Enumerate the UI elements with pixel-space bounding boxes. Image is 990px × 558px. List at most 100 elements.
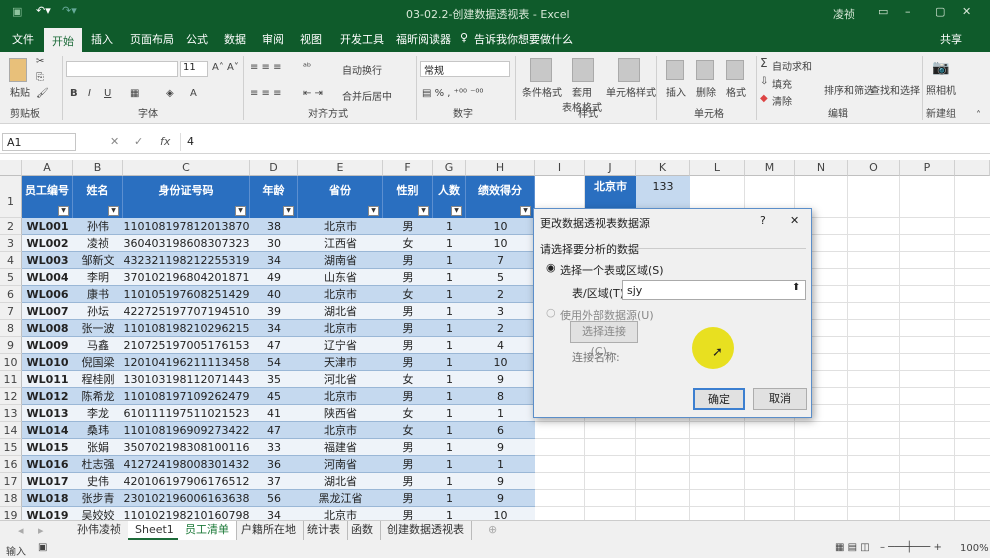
table-cell[interactable]: 1 [433,337,466,354]
table-cell[interactable]: 10 [466,507,535,520]
table-cell[interactable]: 孙伟 [73,218,123,235]
table-cell[interactable]: 5 [466,269,535,286]
filter-dropdown-icon[interactable]: ▼ [108,206,119,216]
table-cell[interactable]: 1 [433,439,466,456]
border-icon[interactable]: ▦ [130,88,139,99]
table-cell[interactable]: 7 [466,252,535,269]
table-cell[interactable]: 610111197511021523 [123,405,250,422]
row-header-7[interactable]: 7 [0,303,22,320]
table-cell[interactable]: 33 [250,439,298,456]
filter-dropdown-icon[interactable]: ▼ [58,206,69,216]
table-cell[interactable]: 女 [383,422,433,439]
table-cell[interactable]: 孙坛 [73,303,123,320]
row-header-13[interactable]: 13 [0,405,22,422]
conditional-format-button[interactable]: 条件格式 [522,84,562,99]
table-cell[interactable]: 女 [383,286,433,303]
tab-view[interactable]: 视图 [300,31,322,47]
table-cell[interactable]: WL014 [22,422,73,439]
table-cell[interactable]: 1 [433,422,466,439]
tab-data[interactable]: 数据 [224,31,246,47]
sheet-tab[interactable]: 创建数据透视表 [380,521,472,540]
row-header-4[interactable]: 4 [0,252,22,269]
radio-external-source[interactable]: ○ [546,306,556,319]
column-header-F[interactable]: F [383,160,433,176]
table-cell[interactable]: 江西省 [298,235,383,252]
font-color-icon[interactable]: A [190,88,197,99]
table-cell[interactable]: 34 [250,320,298,337]
insert-cells-icon[interactable] [666,60,684,80]
table-format-icon[interactable] [572,58,594,82]
paste-button[interactable]: 粘贴 [10,84,30,99]
table-cell[interactable]: 412724198008301432 [123,456,250,473]
table-cell[interactable]: 30 [250,235,298,252]
sheet-tab[interactable]: 户籍所在地 [234,521,304,540]
minimize-icon[interactable]: – [905,5,911,18]
table-cell[interactable]: 34 [250,507,298,520]
table-cell[interactable]: 10 [466,235,535,252]
table-cell[interactable]: 56 [250,490,298,507]
table-cell[interactable]: 45 [250,388,298,405]
filter-dropdown-icon[interactable]: ▼ [235,206,246,216]
choose-connection-button[interactable]: 选择连接(C)... [570,321,638,358]
fill-color-icon[interactable]: ◈ [166,88,174,99]
redo-icon[interactable]: ↷▾ [62,4,77,17]
table-cell[interactable]: 1 [433,235,466,252]
italic-icon[interactable]: I [88,88,91,99]
table-cell[interactable]: 杜志强 [73,456,123,473]
insert-function-button[interactable]: fx [160,135,170,148]
table-cell[interactable]: 河北省 [298,371,383,388]
table-cell[interactable]: WL006 [22,286,73,303]
table-cell[interactable]: WL008 [22,320,73,337]
table-cell[interactable]: 110105197608251429 [123,286,250,303]
tab-home[interactable]: 开始 [44,28,82,52]
table-cell[interactable]: WL013 [22,405,73,422]
table-cell[interactable]: 4 [466,337,535,354]
maximize-icon[interactable]: ▢ [935,5,945,18]
format-cells-icon[interactable] [726,60,744,80]
table-cell[interactable]: 福建省 [298,439,383,456]
wrap-text-button[interactable]: 自动换行 [342,62,382,77]
delete-cells-button[interactable]: 删除 [696,84,716,99]
table-cell[interactable]: 湖北省 [298,303,383,320]
table-cell[interactable]: 桑玮 [73,422,123,439]
percent-icon[interactable]: ▤ % , ⁺⁰⁰ ⁻⁰⁰ [422,88,483,99]
cell-style-icon[interactable] [618,58,640,82]
sort-filter-button[interactable]: 排序和筛选 [824,82,874,97]
table-cell[interactable]: 男 [383,354,433,371]
table-cell[interactable]: 422725197707194510 [123,303,250,320]
table-cell[interactable]: 康书 [73,286,123,303]
prev-sheet-icon[interactable]: ◂ [18,524,24,537]
macro-record-icon[interactable]: ▣ [38,542,47,553]
conditional-format-icon[interactable] [530,58,552,82]
table-cell[interactable]: 9 [466,490,535,507]
grow-font-icon[interactable]: A˄ A˅ [212,62,239,73]
table-cell[interactable]: 110108197812013870 [123,218,250,235]
row-header-15[interactable]: 15 [0,439,22,456]
autosum-button[interactable]: 自动求和 [772,58,812,73]
table-cell[interactable]: WL019 [22,507,73,520]
tab-review[interactable]: 审阅 [262,31,284,47]
column-header-K[interactable]: K [636,160,690,176]
align-left-icon[interactable]: ≡ ≡ ≡ [250,88,282,99]
table-cell[interactable]: WL010 [22,354,73,371]
undo-icon[interactable]: ↶▾ [36,4,51,17]
row-header-14[interactable]: 14 [0,422,22,439]
table-cell[interactable]: 张步青 [73,490,123,507]
format-painter-icon[interactable]: 🖌 [36,88,49,99]
row-header-17[interactable]: 17 [0,473,22,490]
table-cell[interactable]: 210725197005176153 [123,337,250,354]
table-cell[interactable]: 35 [250,371,298,388]
column-header-J[interactable]: J [585,160,636,176]
column-header-L[interactable]: L [690,160,745,176]
table-cell[interactable]: WL002 [22,235,73,252]
paste-icon[interactable] [9,58,27,82]
row-header-6[interactable]: 6 [0,286,22,303]
table-cell[interactable]: 男 [383,507,433,520]
table-cell[interactable]: 张一波 [73,320,123,337]
table-cell[interactable]: 1 [433,269,466,286]
table-cell[interactable]: 360403198608307323 [123,235,250,252]
align-top-icon[interactable]: ≡ ≡ ≡ [250,62,282,73]
table-cell[interactable]: 10 [466,218,535,235]
new-sheet-button[interactable]: ⊕ [488,523,497,536]
table-cell[interactable]: 8 [466,388,535,405]
